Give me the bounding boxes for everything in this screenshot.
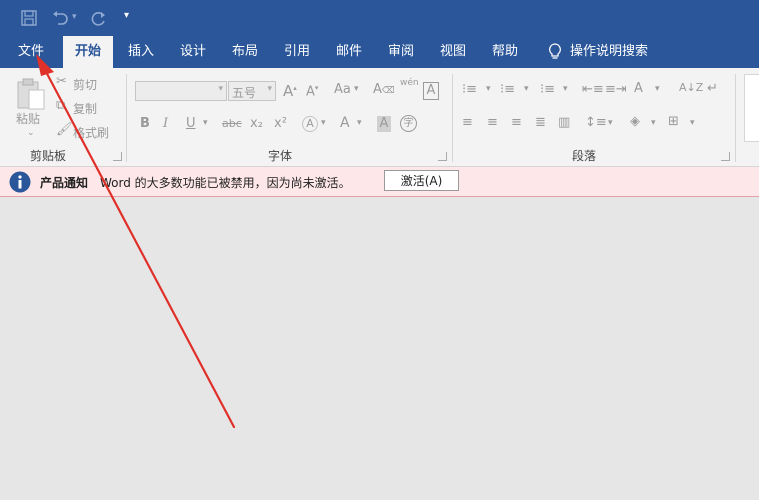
annotation-arrow (36, 54, 236, 429)
